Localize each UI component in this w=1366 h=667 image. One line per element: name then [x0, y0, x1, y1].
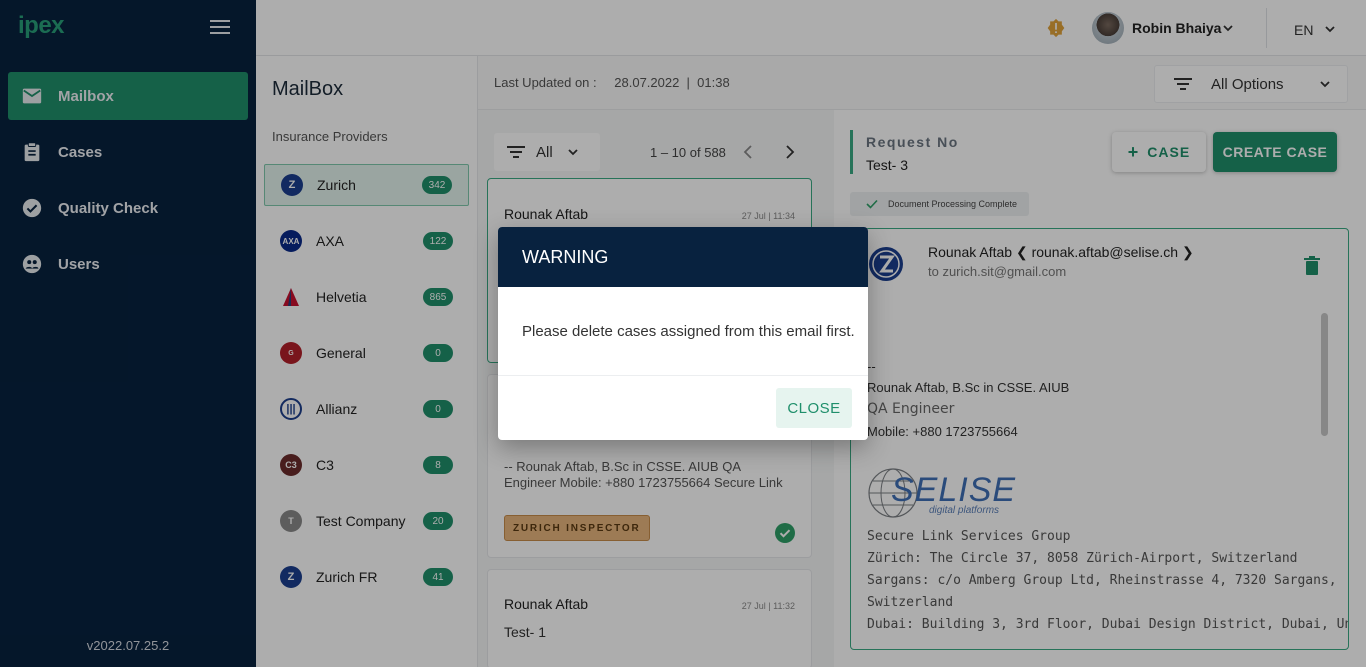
dialog-message: Please delete cases assigned from this e… [522, 323, 855, 340]
warning-dialog: WARNING Please delete cases assigned fro… [498, 227, 868, 440]
dialog-title: WARNING [498, 227, 868, 287]
divider [498, 375, 868, 376]
close-button[interactable]: CLOSE [776, 388, 852, 428]
